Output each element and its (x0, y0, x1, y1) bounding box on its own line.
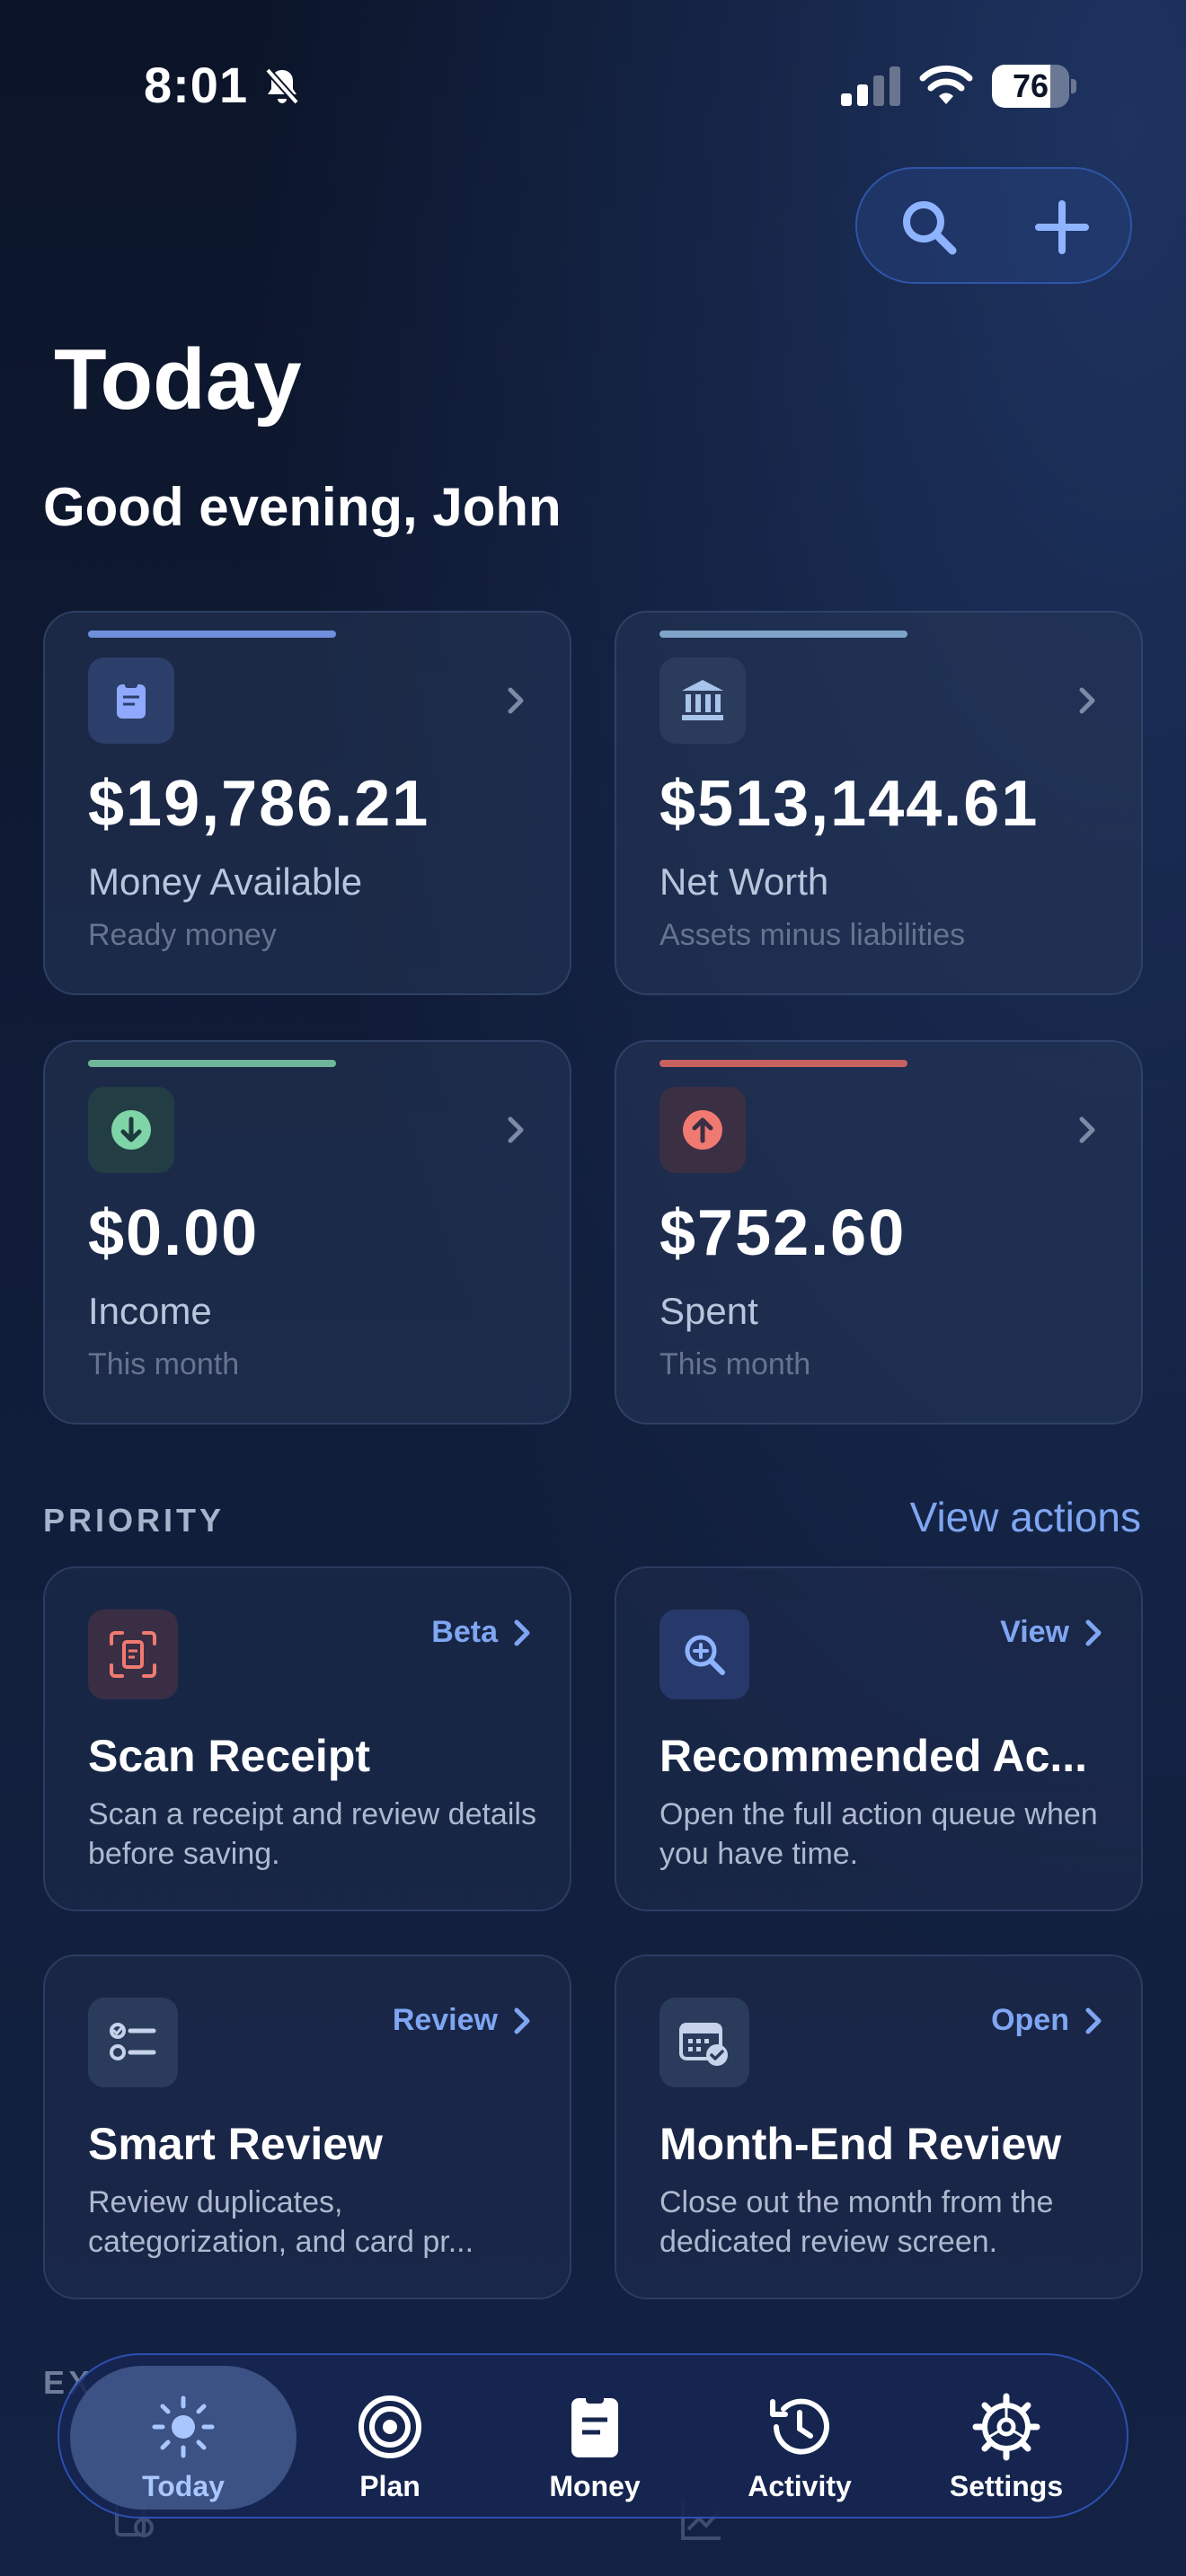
card-title: Month-End Review (659, 2119, 1062, 2169)
page-title: Today (54, 331, 302, 428)
icon-tile (88, 657, 174, 744)
clipboard-icon (571, 2395, 618, 2457)
stat-sub: Assets minus liabilities (659, 918, 966, 952)
card-description: Open the full action queue when you have… (659, 1797, 1098, 1871)
stat-label: Spent (659, 1290, 758, 1332)
priority-card-scan-receipt[interactable]: Beta Scan Receipt Scan a receipt and rev… (43, 1566, 571, 1911)
scan-receipt-icon (110, 1631, 156, 1678)
tab-label: Money (549, 2470, 641, 2502)
icon-tile (659, 1087, 746, 1173)
tab-label: Plan (359, 2470, 420, 2502)
stat-label: Net Worth (659, 860, 829, 903)
card-description: Review duplicates, categorization, and c… (88, 2185, 474, 2259)
calendar-check-icon (679, 2023, 728, 2066)
card-title: Scan Receipt (88, 1731, 371, 1781)
card-tag[interactable]: Beta (431, 1615, 534, 1650)
card-tag[interactable]: View (1000, 1615, 1105, 1650)
icon-tile (88, 1998, 178, 2087)
tab-activity[interactable]: Activity (686, 2366, 913, 2510)
battery-percent: 76 (1012, 67, 1049, 104)
stat-card-net-worth[interactable]: $513,144.61 Net Worth Assets minus liabi… (615, 611, 1143, 995)
stat-card-spent[interactable]: $752.60 Spent This month (615, 1040, 1143, 1425)
tag-label: Beta (431, 1615, 498, 1649)
gear-icon (972, 2393, 1040, 2461)
accent-bar (659, 631, 907, 638)
stat-sub: Ready money (88, 918, 277, 952)
stat-sub: This month (88, 1347, 240, 1381)
tag-label: Open (991, 2003, 1069, 2037)
icon-tile (659, 657, 746, 744)
card-title: Smart Review (88, 2119, 383, 2169)
search-button[interactable] (893, 191, 965, 263)
bank-icon (682, 680, 723, 720)
icon-tile (88, 1610, 178, 1699)
card-tag[interactable]: Open (991, 2003, 1105, 2038)
sun-icon (152, 2395, 215, 2458)
wifi-icon (919, 65, 973, 104)
chevron-right-icon (508, 1116, 524, 1143)
arrow-down-circle-icon (111, 1110, 151, 1150)
card-description: Close out the month from the dedicated r… (659, 2185, 1054, 2259)
clipboard-icon (117, 681, 146, 719)
icon-tile (88, 1087, 174, 1173)
stat-card-income[interactable]: $0.00 Income This month (43, 1040, 571, 1425)
cellular-signal-icon (841, 66, 900, 106)
status-time: 8:01 (144, 57, 249, 113)
top-action-pill (855, 167, 1132, 284)
stat-amount: $513,144.61 (659, 768, 1040, 840)
card-description: Scan a receipt and review details before… (88, 1797, 536, 1871)
chevron-right-icon (514, 2007, 530, 2033)
bell-slash-icon (265, 67, 299, 105)
tab-today[interactable]: Today (70, 2366, 296, 2510)
battery-indicator: 76 (992, 65, 1076, 108)
add-button[interactable] (1026, 191, 1098, 263)
stat-label: Money Available (88, 860, 363, 903)
magnify-plus-icon (685, 1635, 725, 1675)
tag-label: Review (392, 2003, 498, 2037)
card-title: Recommended Ac... (659, 1731, 1088, 1781)
tab-plan[interactable]: Plan (277, 2366, 503, 2510)
tab-label: Settings (949, 2470, 1064, 2502)
card-tag[interactable]: Review (393, 2003, 534, 2038)
stat-card-money-available[interactable]: $19,786.21 Money Available Ready money (43, 611, 571, 995)
history-icon (770, 2398, 829, 2455)
chevron-right-icon (508, 687, 524, 714)
stat-amount: $0.00 (88, 1197, 260, 1269)
icon-tile (659, 1610, 749, 1699)
target-icon (358, 2395, 421, 2458)
section-heading-priority: PRIORITY (43, 1502, 226, 1539)
tab-label: Today (142, 2470, 225, 2502)
view-actions-link[interactable]: View actions (910, 1493, 1141, 1541)
chevron-right-icon (514, 1619, 530, 1645)
tab-bar: Today Plan Money Activity Settings (58, 2353, 1128, 2519)
tab-label: Activity (748, 2470, 852, 2502)
chevron-right-icon (1085, 1619, 1102, 1645)
stat-amount: $19,786.21 (88, 768, 430, 840)
priority-card-smart-review[interactable]: Review Smart Review Review duplicates, c… (43, 1954, 571, 2299)
stat-amount: $752.60 (659, 1197, 907, 1269)
tab-settings[interactable]: Settings (893, 2366, 1120, 2510)
search-icon (903, 201, 957, 255)
chevron-right-icon (1085, 2007, 1102, 2033)
accent-bar (88, 1060, 336, 1067)
tab-money[interactable]: Money (482, 2366, 708, 2510)
chevron-right-icon (1079, 1116, 1095, 1143)
stat-sub: This month (659, 1347, 811, 1381)
priority-card-recommended-actions[interactable]: View Recommended Ac... Open the full act… (615, 1566, 1143, 1911)
greeting: Good evening, John (43, 477, 562, 537)
icon-tile (659, 1998, 749, 2087)
accent-bar (659, 1060, 907, 1067)
arrow-up-circle-icon (683, 1110, 722, 1150)
tag-label: View (1000, 1615, 1069, 1649)
accent-bar (88, 631, 336, 638)
plus-icon (1035, 200, 1089, 254)
checklist-icon (110, 2023, 156, 2060)
chevron-right-icon (1079, 687, 1095, 714)
stat-label: Income (88, 1290, 212, 1332)
priority-card-month-end-review[interactable]: Open Month-End Review Close out the mont… (615, 1954, 1143, 2299)
